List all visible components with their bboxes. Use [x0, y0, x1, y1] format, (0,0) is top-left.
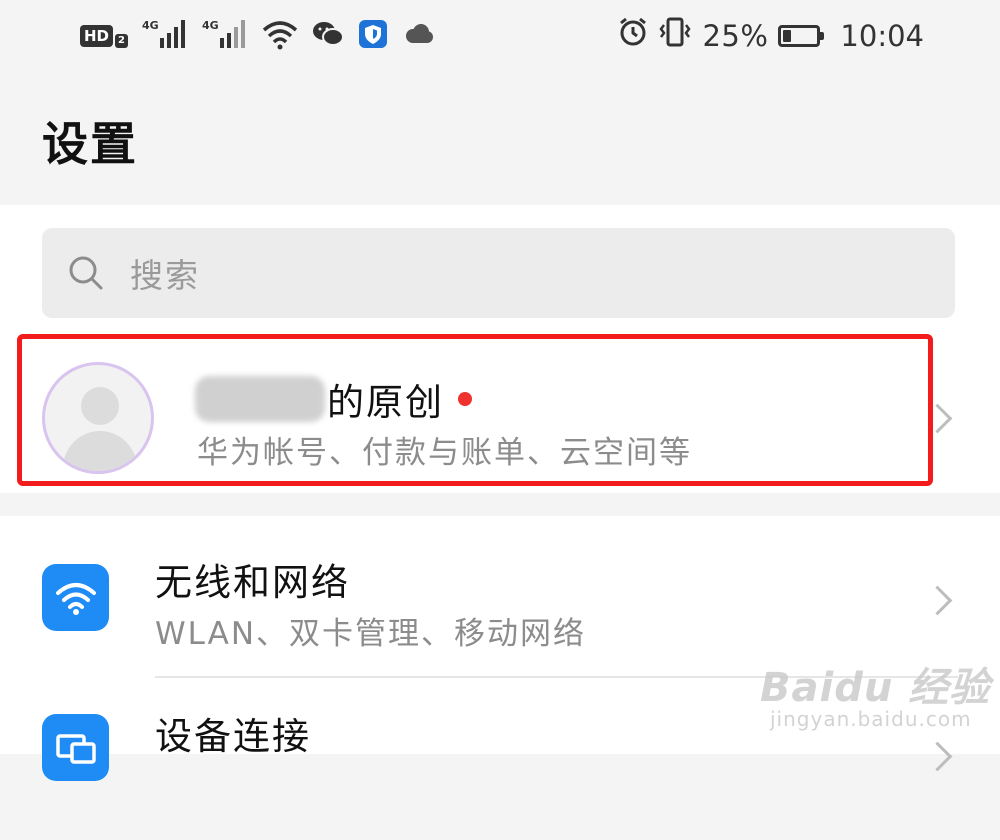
account-name-suffix: 的原创	[327, 381, 444, 424]
blurred-name	[195, 376, 325, 422]
signal-icon: 4G	[202, 18, 248, 54]
network-label-1: 4G	[142, 19, 159, 32]
alarm-icon	[618, 17, 648, 55]
search-input[interactable]: 搜索	[42, 228, 955, 318]
account-name: 的原创	[195, 372, 472, 426]
wifi-icon	[42, 564, 109, 631]
clock: 10:04	[840, 19, 924, 53]
vibrate-icon	[658, 16, 692, 56]
wifi-icon	[262, 18, 298, 54]
battery-icon	[778, 25, 825, 47]
status-icons-right: 25% 10:04	[618, 14, 924, 58]
avatar-head	[81, 387, 119, 425]
battery-percent: 25%	[702, 19, 769, 53]
wechat-icon	[312, 20, 344, 52]
divider	[155, 676, 958, 678]
menu-item-title: 设备连接	[155, 715, 311, 758]
cloud-icon	[402, 22, 434, 50]
hd-label: HD	[80, 25, 114, 47]
status-icons-left: HD 2 4G 4G	[80, 18, 434, 54]
section-gap	[0, 493, 1000, 516]
battery-level-fill	[783, 30, 792, 42]
notification-dot	[458, 392, 472, 406]
device-connect-icon	[42, 714, 109, 781]
menu-item-wireless-network[interactable]: 无线和网络 WLAN、双卡管理、移动网络	[0, 516, 1000, 676]
chevron-right-icon	[922, 585, 953, 616]
status-bar: HD 2 4G 4G 25% 10:04	[0, 0, 1000, 75]
shield-app-icon	[358, 19, 388, 53]
hd-icon: HD 2	[80, 24, 128, 48]
account-subtitle: 华为帐号、付款与账单、云空间等	[197, 435, 692, 471]
menu-item-subtitle: WLAN、双卡管理、移动网络	[155, 616, 587, 652]
search-icon	[69, 256, 103, 290]
menu-item-title: 无线和网络	[155, 561, 350, 604]
menu-item-device-connection[interactable]: 设备连接	[0, 680, 1000, 840]
signal-icon: 4G	[142, 18, 188, 54]
hd-sub-label: 2	[115, 34, 128, 48]
network-label-2: 4G	[202, 19, 219, 32]
avatar-body	[63, 431, 137, 471]
chevron-right-icon	[922, 741, 953, 772]
avatar	[42, 362, 154, 474]
search-placeholder: 搜索	[130, 256, 200, 295]
page-title: 设置	[42, 117, 138, 171]
